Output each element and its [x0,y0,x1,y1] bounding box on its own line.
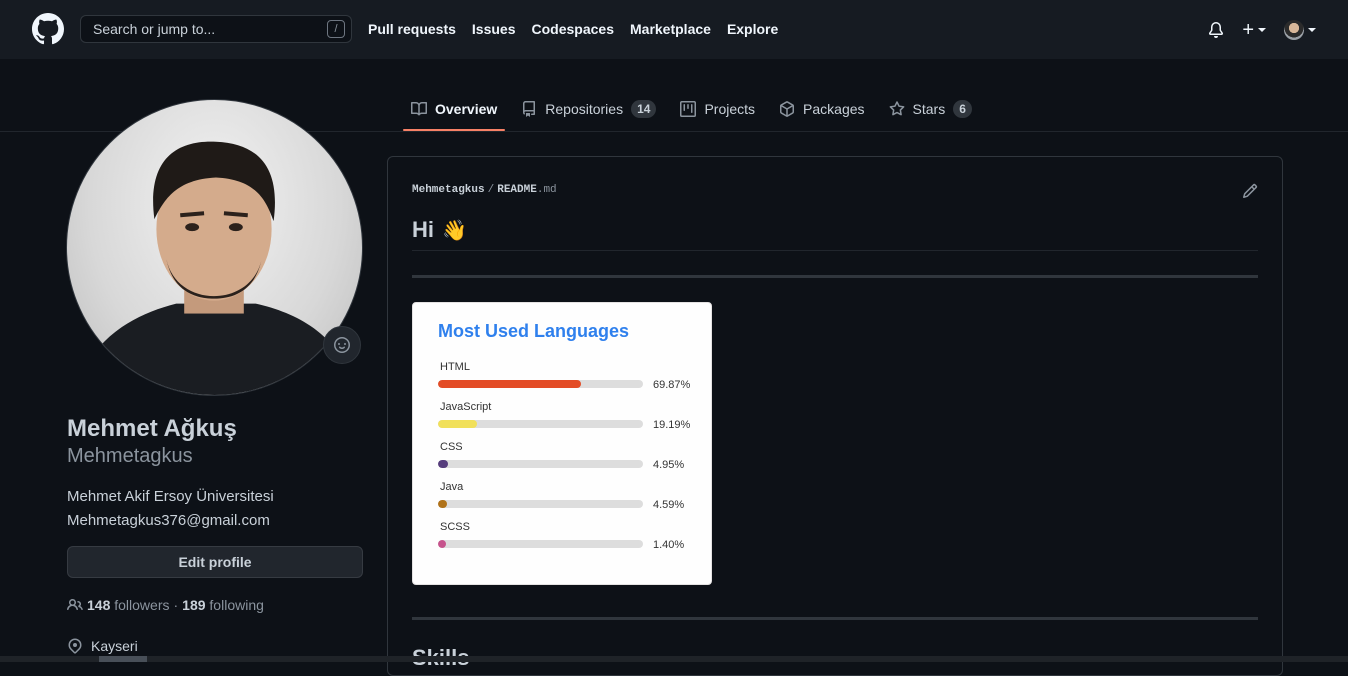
star-icon [889,100,904,115]
readme-breadcrumb: Mehmetagkus / README.md [412,184,557,196]
edit-profile-button[interactable]: Edit profile [67,546,363,578]
language-progress-track [438,460,643,468]
language-progress-track [438,500,643,508]
language-row: HTML 69.87% [438,361,698,401]
profile-avatar[interactable] [66,99,363,396]
smiley-icon [334,337,350,353]
user-menu[interactable] [1284,20,1316,40]
search-shortcut-key: / [327,20,345,38]
nav-marketplace[interactable]: Marketplace [630,21,711,37]
profile-username: Mehmetagkus [67,445,193,467]
bell-icon[interactable] [1208,22,1224,38]
language-row: CSS 4.95% [438,441,698,481]
tab-projects[interactable]: Projects [672,86,763,131]
chevron-down-icon [1258,28,1266,32]
nav-pull-requests[interactable]: Pull requests [368,21,456,37]
header-actions: + [1208,20,1316,40]
github-logo-icon[interactable] [32,13,64,45]
global-header: / Pull requests Issues Codespaces Market… [0,0,1348,59]
edit-readme-icon[interactable] [1242,183,1258,199]
language-name: JavaScript [440,401,492,413]
followers-link[interactable]: 148 followers [87,597,170,613]
book-icon [411,101,427,115]
chevron-down-icon [1308,28,1316,32]
language-name: SCSS [440,521,470,533]
profile-tabs: Overview Repositories 14 Projects Packag… [403,86,988,131]
global-nav: Pull requests Issues Codespaces Marketpl… [368,21,778,37]
tab-label: Repositories [545,100,624,117]
languages-card-title: Most Used Languages [438,321,630,341]
follow-stats: 148 followers · 189 following [67,597,264,613]
greeting-text: Hi [412,217,434,242]
avatar [1284,20,1304,40]
tab-label: Overview [435,100,498,117]
profile-bio: Mehmet Akif Ersoy Üniversitesi Mehmetagk… [67,485,274,533]
language-name: Java [440,481,464,493]
tab-label: Projects [704,100,756,117]
bio-line: Mehmetagkus376@gmail.com [67,512,270,529]
language-name: CSS [440,441,463,453]
people-icon [67,598,83,611]
tab-label: Packages [803,100,865,117]
separator-dot: · [173,597,179,613]
language-progress-track [438,420,643,428]
bio-line: Mehmet Akif Ersoy Üniversitesi [67,488,274,505]
language-percent: 1.40% [653,539,685,551]
following-link[interactable]: 189 following [182,597,264,613]
nav-codespaces[interactable]: Codespaces [532,21,614,37]
set-status-button[interactable] [323,326,361,364]
languages-card: Most Used Languages HTML 69.87% JavaScript… [412,302,712,585]
project-icon [680,100,697,117]
search-box[interactable]: / [80,15,352,43]
language-name: HTML [440,361,470,373]
package-icon [780,100,795,117]
waving-hand-emoji: 👋 [442,219,467,242]
language-progress-fill [438,420,478,428]
language-percent: 4.59% [653,499,685,511]
horizontal-rule [412,275,1258,278]
language-row: SCSS 1.40% [438,521,698,561]
readme-file-link[interactable]: README.md [497,184,556,196]
horizontal-rule [412,617,1258,620]
repo-count-badge: 14 [631,99,657,118]
search-input[interactable] [93,21,313,37]
horizontal-scrollbar[interactable] [0,656,1348,662]
language-progress-fill [438,380,582,388]
profile-readme: Mehmetagkus / README.md Hi 👋 Most Used Lan… [387,156,1283,676]
breadcrumb-separator: / [487,184,495,196]
language-percent: 4.95% [653,459,685,471]
tab-label: Stars [912,100,946,117]
location-icon [68,638,82,654]
readme-owner-link[interactable]: Mehmetagkus [412,184,485,196]
profile-fullname: Mehmet Ağkuş [67,415,237,442]
language-progress-fill [438,540,447,548]
nav-explore[interactable]: Explore [727,21,778,37]
language-progress-fill [438,500,448,508]
repo-icon [523,100,536,117]
tab-stars[interactable]: Stars 6 [881,86,980,131]
profile-location: Kayseri [67,638,138,654]
language-row: Java 4.59% [438,481,698,521]
language-progress-track [438,540,643,548]
tab-packages[interactable]: Packages [771,86,872,131]
stars-count-badge: 6 [953,99,972,118]
tab-overview[interactable]: Overview [403,86,506,131]
heading-divider [412,250,1258,251]
create-new-menu[interactable]: + [1242,19,1266,41]
language-progress-track [438,380,643,388]
language-progress-fill [438,460,449,468]
readme-greeting: Hi 👋 [412,217,467,243]
tab-repositories[interactable]: Repositories 14 [513,86,664,131]
scrollbar-thumb[interactable] [99,656,147,662]
plus-icon: + [1242,19,1254,41]
language-percent: 19.19% [653,419,691,431]
nav-issues[interactable]: Issues [472,21,516,37]
profile-photo [76,141,356,395]
language-percent: 69.87% [653,379,691,391]
location-label: Kayseri [91,638,138,654]
language-row: JavaScript 19.19% [438,401,698,441]
